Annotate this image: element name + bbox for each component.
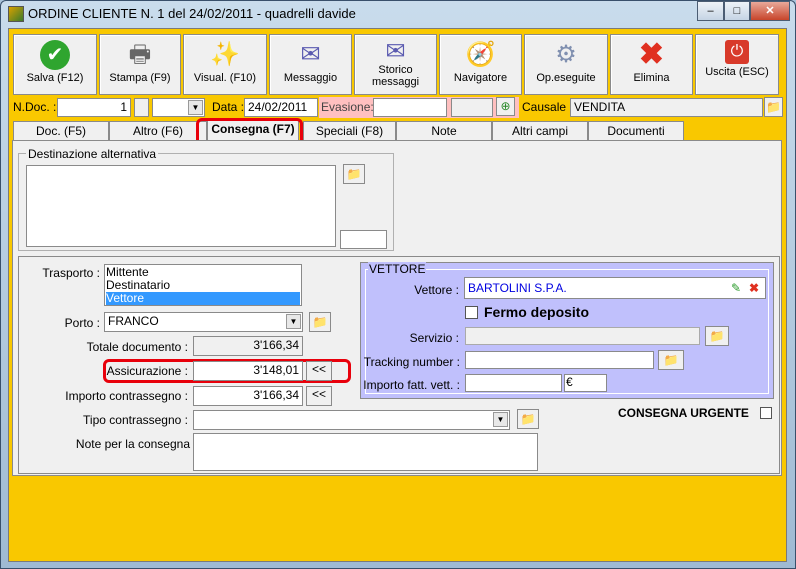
close-button[interactable]: ✕ <box>750 1 790 21</box>
causale-input[interactable]: VENDITA <box>570 98 763 117</box>
currency-input[interactable]: € <box>564 374 607 392</box>
delete-x-icon[interactable]: ✖ <box>749 279 759 297</box>
magic-wand-icon: ✨ <box>210 41 240 68</box>
window-title: ORDINE CLIENTE N. 1 del 24/02/2011 - qua… <box>28 6 356 21</box>
data-input[interactable]: 24/02/2011 <box>244 98 318 117</box>
trasporto-option-selected[interactable]: Vettore <box>106 292 300 305</box>
consegna-urgente-checkbox[interactable] <box>760 407 772 419</box>
contrassegno-input[interactable]: 3'166,34 <box>193 386 303 406</box>
assicurazione-input[interactable]: 3'148,01 <box>193 361 303 381</box>
data-label: Data : <box>212 100 245 114</box>
button-label: Storico messaggi <box>371 64 420 88</box>
button-label: Salva (F12) <box>26 72 84 84</box>
destinazione-folder-icon[interactable]: 📁 <box>343 164 365 184</box>
fermo-deposito-label: Fermo deposito <box>484 304 590 320</box>
chevron-down-icon: ▼ <box>493 412 508 427</box>
note-consegna-textarea[interactable] <box>193 433 538 471</box>
servizio-folder-icon[interactable]: 📁 <box>705 326 729 346</box>
chevron-down-icon: ▼ <box>188 100 203 115</box>
maximize-button[interactable]: □ <box>724 1 750 21</box>
ndoc-label: N.Doc. : <box>13 100 57 114</box>
assicurazione-label: Assicurazione : <box>106 364 188 378</box>
button-label: Stampa (F9) <box>109 72 171 84</box>
button-label: Navigatore <box>453 72 508 84</box>
pencil-icon[interactable]: ✎ <box>731 279 741 297</box>
salva-button[interactable]: ✔ Salva (F12) <box>13 34 97 95</box>
servizio-input <box>465 327 700 345</box>
evasione-label: Evasione: <box>321 100 374 114</box>
tab-doc[interactable]: Doc. (F5) <box>13 121 109 141</box>
gears-search-icon: ⚙ <box>555 41 577 68</box>
compass-icon: 🧭 <box>465 41 496 68</box>
elimina-button[interactable]: ✖ Elimina <box>610 34 693 95</box>
assicurazione-copy-button[interactable]: << <box>306 361 332 381</box>
zoom-search-icon[interactable]: ⊕ <box>496 97 515 116</box>
uscita-button[interactable]: ⏻ Uscita (ESC) <box>695 34 779 95</box>
checkmark-icon: ✔ <box>40 40 70 70</box>
op-eseguite-button[interactable]: ⚙ Op.eseguite <box>524 34 608 95</box>
evasione-input[interactable] <box>373 98 447 117</box>
messaggio-button[interactable]: ✉ Messaggio <box>269 34 352 95</box>
minimize-button[interactable]: – <box>697 1 724 21</box>
vettore-legend: VETTORE <box>368 262 427 276</box>
tipo-contrassegno-folder-icon[interactable]: 📁 <box>517 409 539 429</box>
app-icon <box>8 6 24 22</box>
vettore-value: BARTOLINI S.P.A. <box>468 281 567 295</box>
tipo-contrassegno-dropdown[interactable]: ▼ <box>193 410 510 430</box>
tab-note[interactable]: Note <box>396 121 492 141</box>
importo-fatt-input[interactable] <box>465 374 562 392</box>
button-label: Uscita (ESC) <box>705 66 769 78</box>
navigatore-button[interactable]: 🧭 Navigatore <box>439 34 522 95</box>
destinazione-textarea[interactable] <box>26 165 336 247</box>
button-label: Op.eseguite <box>536 72 596 84</box>
tipo-contrassegno-label: Tipo contrassegno : <box>83 413 188 427</box>
tab-altri-campi[interactable]: Altri campi <box>492 121 588 141</box>
tracking-input[interactable] <box>465 351 654 369</box>
tab-speciali[interactable]: Speciali (F8) <box>303 121 396 141</box>
storico-messaggi-button[interactable]: ✉ Storico messaggi <box>354 34 437 95</box>
red-x-icon: ✖ <box>638 38 665 71</box>
tab-documenti[interactable]: Documenti <box>588 121 684 141</box>
button-label: Elimina <box>633 72 670 84</box>
visual-button[interactable]: ✨ Visual. (F10) <box>183 34 267 95</box>
porto-value: FRANCO <box>108 314 159 328</box>
causale-folder-icon[interactable]: 📁 <box>764 97 783 117</box>
series-dropdown[interactable]: ▼ <box>152 98 205 117</box>
envelope-search-icon: ✉ <box>385 38 406 65</box>
porto-folder-icon[interactable]: 📁 <box>309 312 331 332</box>
consegna-urgente-label: CONSEGNA URGENTE <box>618 406 749 420</box>
importo-fatt-label: Importo fatt. vett. : <box>363 378 460 392</box>
chevron-down-icon: ▼ <box>286 314 301 329</box>
totale-value: 3'166,34 <box>193 336 303 356</box>
destinazione-code-input[interactable] <box>340 230 387 249</box>
trasporto-listbox[interactable]: Mittente Destinatario Vettore <box>104 264 302 306</box>
causale-label: Causale : <box>522 100 573 114</box>
tab-altro[interactable]: Altro (F6) <box>109 121 207 141</box>
fermo-deposito-checkbox[interactable] <box>465 306 478 319</box>
porto-dropdown[interactable]: FRANCO ▼ <box>104 312 303 332</box>
porto-label: Porto : <box>64 316 100 330</box>
envelope-pen-icon: ✉ <box>300 41 321 68</box>
tracking-label: Tracking number : <box>363 355 460 369</box>
totale-label: Totale documento : <box>86 340 188 354</box>
destinazione-legend: Destinazione alternativa <box>26 147 159 161</box>
ndoc-suffix-button[interactable] <box>134 98 149 117</box>
tracking-folder-icon[interactable]: 📁 <box>658 350 684 370</box>
vettore-label: Vettore : <box>414 283 459 297</box>
note-consegna-label: Note per la consegna <box>75 437 190 451</box>
contrassegno-label: Importo contrassegno : <box>65 389 188 403</box>
evasione-extra-input <box>451 98 493 117</box>
power-icon: ⏻ <box>725 40 749 64</box>
contrassegno-copy-button[interactable]: << <box>306 386 332 406</box>
ndoc-input[interactable]: 1 <box>57 98 131 117</box>
stampa-button[interactable]: 🖶 Stampa (F9) <box>99 34 181 95</box>
button-label: Visual. (F10) <box>193 72 257 84</box>
trasporto-label: Trasporto : <box>42 266 100 280</box>
printer-icon: 🖶 <box>128 41 152 68</box>
servizio-label: Servizio : <box>409 331 459 345</box>
button-label: Messaggio <box>283 72 338 84</box>
vettore-input[interactable]: BARTOLINI S.P.A. ✎ ✖ <box>464 277 766 299</box>
